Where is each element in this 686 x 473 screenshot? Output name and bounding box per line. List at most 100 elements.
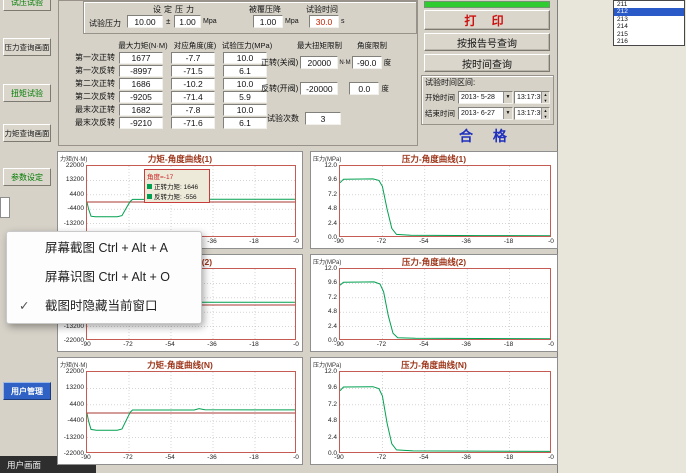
sidebar-item-pressure-query[interactable]: 压力查询画面 xyxy=(3,38,51,56)
sidebar-item-torque-query[interactable]: 力矩查询画面 xyxy=(3,124,51,142)
report-list-item[interactable]: 212 xyxy=(614,8,684,15)
result-value-cell: -71.4 xyxy=(171,91,215,103)
start-time-row: 开始时间 2013- 5-28 ▼ 13:17:35 ▲▼ xyxy=(425,91,550,104)
x-tick-label: -0 xyxy=(540,341,562,348)
tolerance-input[interactable]: 1.00 xyxy=(174,15,201,28)
y-tick-label: 2.4 xyxy=(312,323,337,330)
y-tick-label: 9.6 xyxy=(312,279,337,286)
spinner-arrows-icon[interactable]: ▲▼ xyxy=(541,92,549,103)
dropdown-arrow-icon[interactable]: ▼ xyxy=(503,92,512,103)
tooltip-row: 反转力矩: -556 xyxy=(147,191,207,201)
result-row-label: 第一次正转 xyxy=(61,52,115,63)
results-column-header: 试验压力(MPa) xyxy=(221,40,273,51)
y-tick-label: 12.0 xyxy=(312,162,337,169)
forward-torque-input[interactable]: 20000 xyxy=(300,56,338,69)
sidebar-item-parameter-settings[interactable]: 参数设定 xyxy=(3,168,51,186)
report-list-item[interactable]: 214 xyxy=(614,23,684,30)
test-pressure-label: 试验压力 xyxy=(89,18,121,29)
spinner-arrows-icon[interactable]: ▲▼ xyxy=(541,108,549,119)
report-number-list: 211212213214215216 xyxy=(613,0,685,46)
result-value-cell: -9205 xyxy=(119,91,163,103)
reverse-limit-label: 反转(开阀) xyxy=(261,83,298,94)
result-value-cell: 1686 xyxy=(119,78,163,90)
x-tick-label: -54 xyxy=(413,341,435,348)
print-button[interactable]: 打 印 xyxy=(424,10,550,30)
end-date-dropdown[interactable]: 2013- 6-27 ▼ xyxy=(458,107,513,120)
x-tick-label: -36 xyxy=(201,341,223,348)
tooltip-row-label: 反转力矩: -556 xyxy=(154,191,197,201)
x-tick-label: -36 xyxy=(455,341,477,348)
x-tick-label: -72 xyxy=(370,238,392,245)
x-tick-label: -36 xyxy=(455,238,477,245)
x-tick-label: -0 xyxy=(285,341,307,348)
results-column-header: 对应角度(度) xyxy=(169,40,221,51)
angle-unit-label-2: 度 xyxy=(381,83,389,94)
x-tick-label: -18 xyxy=(498,454,520,461)
x-tick-label: -54 xyxy=(159,454,181,461)
reverse-torque-input[interactable]: -20000 xyxy=(300,82,338,95)
y-tick-label: 4.8 xyxy=(312,308,337,315)
forward-angle-input[interactable]: -90.0 xyxy=(352,56,382,69)
sidebar-item-torque-test[interactable]: 扭矩试验 xyxy=(3,84,51,102)
menu-item-screen-recognize[interactable]: 屏幕识图 Ctrl + Alt + O xyxy=(7,263,201,292)
test-time-input[interactable]: 30.0 xyxy=(309,15,339,28)
menu-item-label: 屏幕截图 Ctrl + Alt + A xyxy=(45,241,168,255)
results-header-row: 最大力矩(N·M)对应角度(度)试验压力(MPa) xyxy=(61,40,273,51)
tooltip-row-label: 正转力矩: 1646 xyxy=(154,181,198,191)
y-tick-label: 12.0 xyxy=(312,368,337,375)
sidebar-item-user-management[interactable]: 用户管理 xyxy=(3,382,51,400)
report-list-item[interactable]: 211 xyxy=(614,1,684,8)
x-tick-label: -0 xyxy=(540,238,562,245)
y-tick-label: 22000 xyxy=(59,162,84,169)
x-tick-label: -90 xyxy=(328,341,350,348)
x-tick-label: -36 xyxy=(201,238,223,245)
legend-swatch-icon xyxy=(147,184,152,189)
x-tick-label: -90 xyxy=(328,454,350,461)
result-value-cell: -10.2 xyxy=(171,78,215,90)
x-tick-label: -90 xyxy=(328,238,350,245)
report-list-item[interactable]: 216 xyxy=(614,38,684,45)
y-tick-label: 4400 xyxy=(59,191,84,198)
sidebar-item-pressure-test[interactable]: 试压试验 xyxy=(3,0,51,11)
y-tick-label: 4400 xyxy=(59,401,84,408)
test-pressure-input[interactable]: 10.00 xyxy=(127,15,163,28)
pressure-drop-input[interactable]: 1.00 xyxy=(253,15,283,28)
y-tick-label: 22000 xyxy=(59,368,84,375)
user-screen-label[interactable]: 用户画面 xyxy=(7,459,41,471)
menu-item-screenshot[interactable]: 屏幕截图 Ctrl + Alt + A xyxy=(7,234,201,263)
torque-curve xyxy=(87,409,296,431)
pressure-unit-label: Mpa xyxy=(203,18,217,25)
chart-pressure-angle-2: 压力-角度曲线(2)压力(MPa)12.09.67.24.82.40.0-90-… xyxy=(310,254,558,352)
y-tick-label: 9.6 xyxy=(312,384,337,391)
start-date-dropdown[interactable]: 2013- 5-28 ▼ xyxy=(458,91,513,104)
x-tick-label: -72 xyxy=(370,454,392,461)
tooltip-angle-value: 角度=-17 xyxy=(147,171,207,181)
result-row: 第二次反转-9205-71.45.9 xyxy=(61,90,275,103)
result-value-cell: -8997 xyxy=(119,65,163,77)
reverse-angle-input[interactable]: 0.0 xyxy=(349,82,379,95)
end-time-spinner[interactable]: 13:17:35 ▲▼ xyxy=(514,107,550,120)
start-time-spinner[interactable]: 13:17:35 ▲▼ xyxy=(514,91,550,104)
chart-title: 压力-角度曲线(N) xyxy=(311,359,557,371)
y-tick-label: 9.6 xyxy=(312,176,337,183)
menu-item-hide-window-on-capture[interactable]: ✓截图时隐藏当前窗口 xyxy=(7,292,201,321)
x-tick-label: -90 xyxy=(75,454,97,461)
query-by-time-button[interactable]: 按时间查询 xyxy=(424,54,550,72)
query-by-report-button[interactable]: 按报告号查询 xyxy=(424,33,550,51)
chart-title: 力矩-角度曲线(1) xyxy=(58,153,302,165)
forward-limit-row: 正转(关阀) 20000 N·M -90.0 度 xyxy=(261,56,391,69)
test-count-label: 试验次数 xyxy=(267,113,299,124)
result-row: 最末次正转1682-7.810.0 xyxy=(61,103,275,116)
torque-limit-header: 最大扭矩限制 xyxy=(297,40,342,51)
dropdown-arrow-icon[interactable]: ▼ xyxy=(503,108,512,119)
x-tick-label: -36 xyxy=(455,454,477,461)
time-range-label: 试验时间区间: xyxy=(425,77,475,88)
result-value-cell: -7.8 xyxy=(171,104,215,116)
report-list-item[interactable]: 213 xyxy=(614,16,684,23)
end-time-row: 结束时间 2013- 6-27 ▼ 13:17:35 ▲▼ xyxy=(425,107,550,120)
x-tick-label: -54 xyxy=(159,341,181,348)
test-count-input[interactable]: 3 xyxy=(305,112,341,125)
report-list-item[interactable]: 215 xyxy=(614,31,684,38)
x-tick-label: -72 xyxy=(117,341,139,348)
x-tick-label: -36 xyxy=(201,454,223,461)
